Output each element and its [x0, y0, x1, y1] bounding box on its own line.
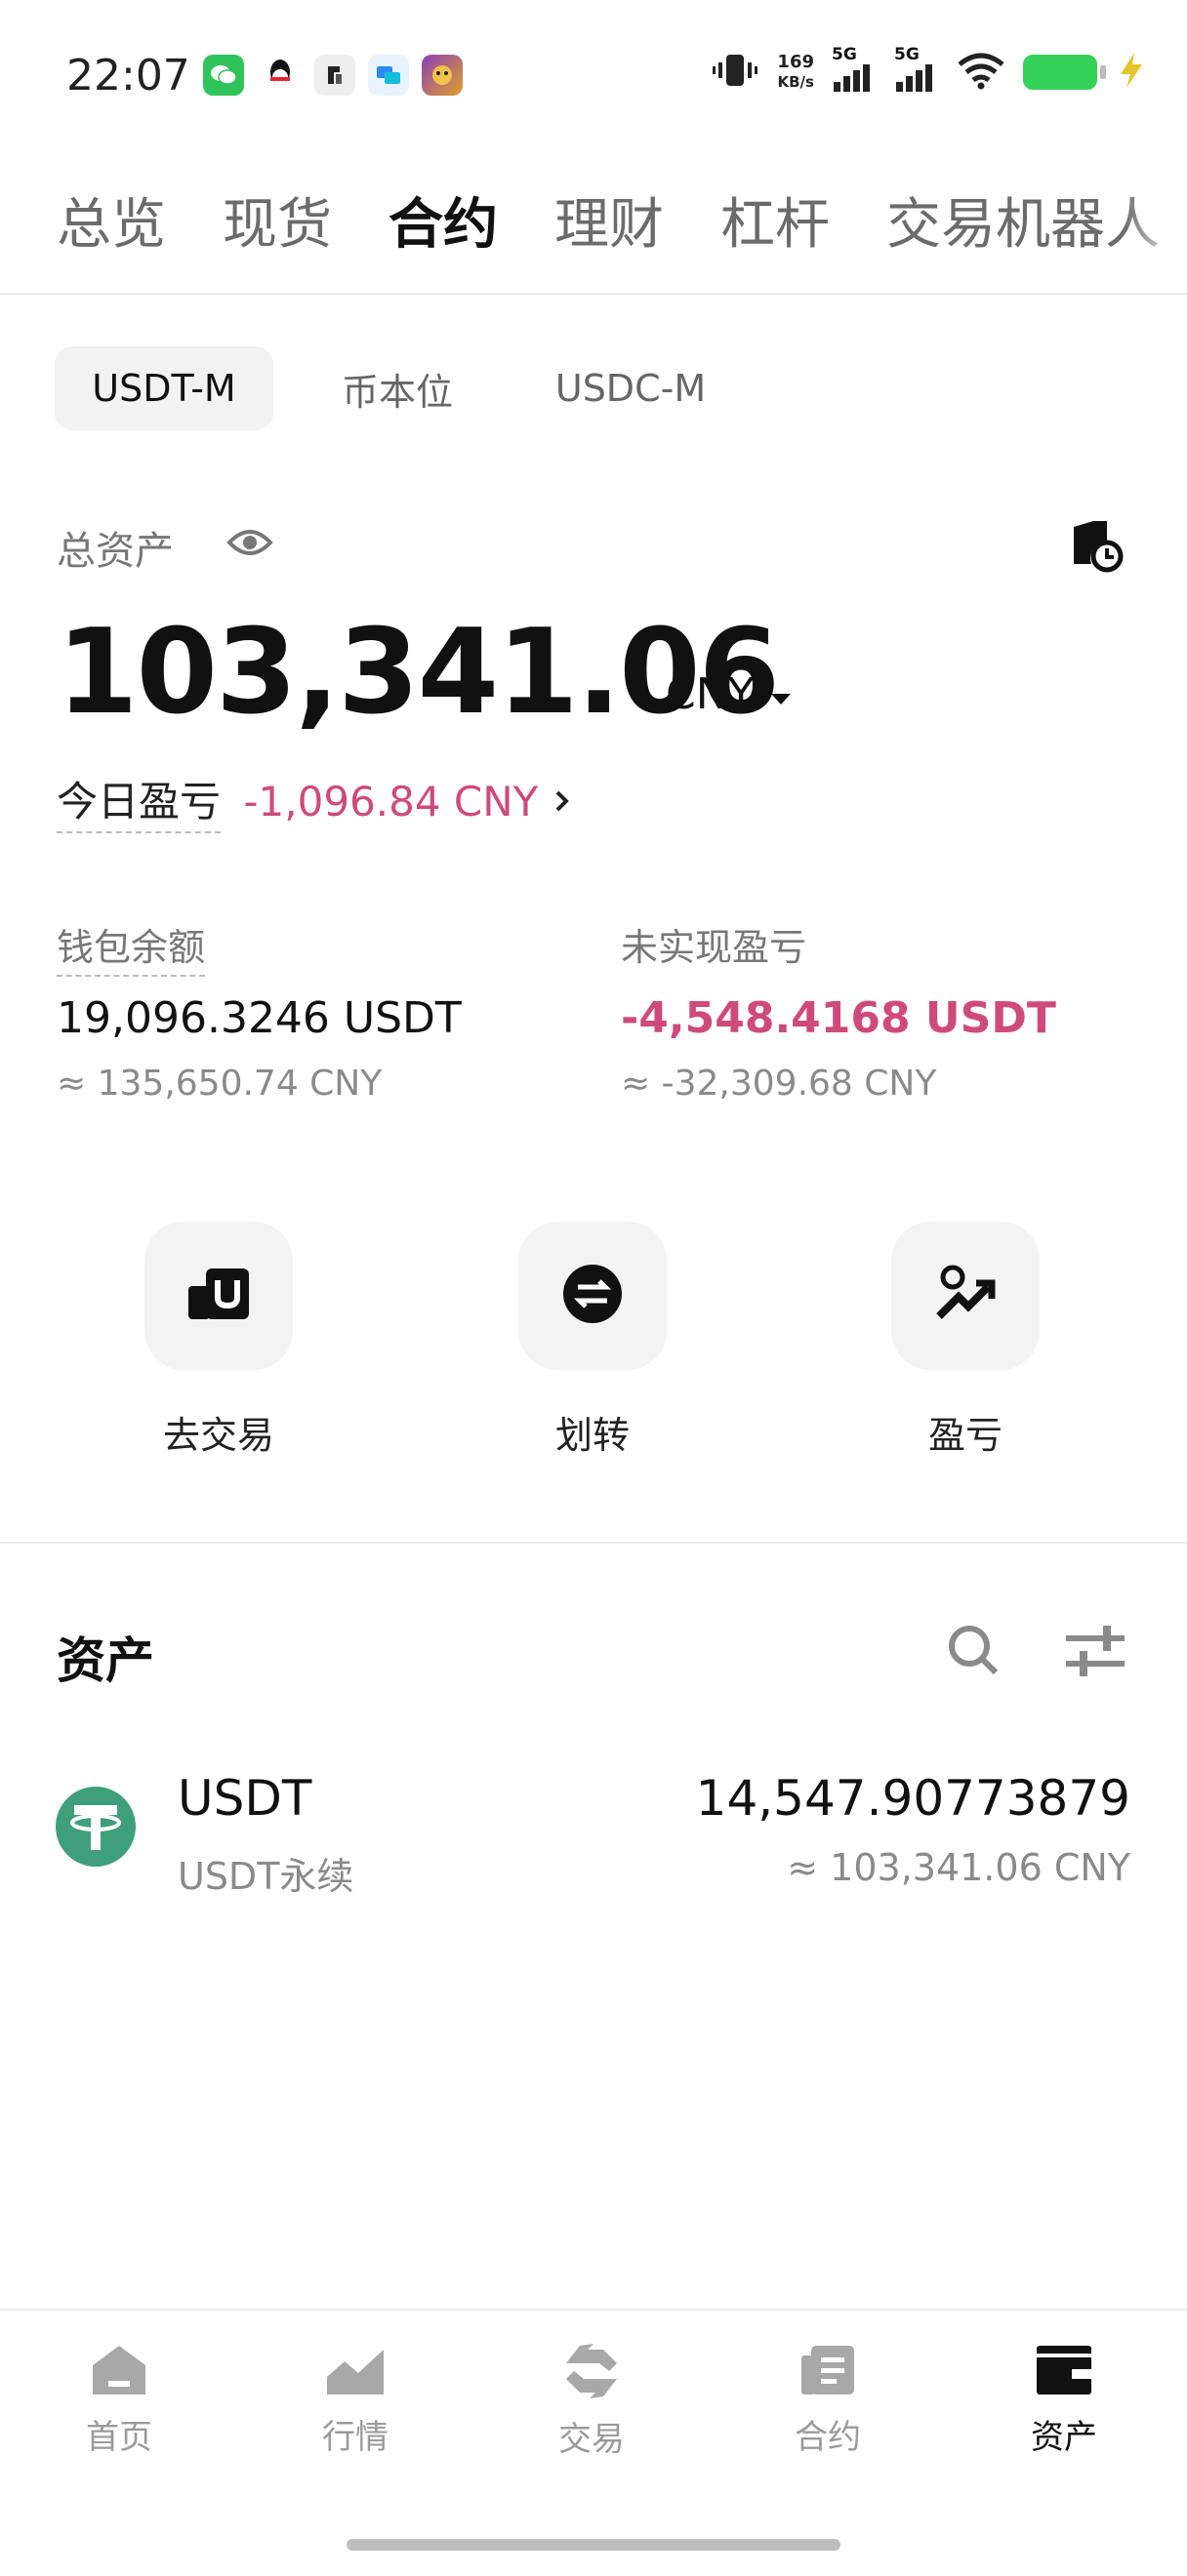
status-right: 169 KB/s 5G 5G: [711, 45, 1148, 94]
futures-icon: [798, 2346, 858, 2402]
wechat-icon: [203, 55, 244, 96]
history-icon[interactable]: [1068, 517, 1126, 580]
today-pnl-label: 今日盈亏: [57, 778, 222, 833]
home-indicator: [347, 2539, 840, 2551]
unrealized-pnl-label: 未实现盈亏: [621, 926, 807, 969]
bottom-nav-divider: [0, 2309, 1187, 2311]
transfer-icon: [560, 1262, 625, 1330]
tab-trading-bot[interactable]: 交易机器人: [886, 181, 1160, 260]
go-trade-button[interactable]: [144, 1222, 293, 1370]
battery-icon: [1023, 55, 1106, 90]
unrealized-pnl-cny: ≈ -32,309.68 CNY: [621, 1064, 937, 1104]
go-trade-label: 去交易: [162, 1414, 274, 1457]
net-speed: 169 KB/s: [777, 52, 814, 92]
top-tabs: 总览 现货 合约 理财 杠杆 交易机器人: [57, 181, 1187, 260]
segment-coin-m[interactable]: 币本位: [293, 346, 502, 430]
chevron-right-icon: [552, 778, 575, 825]
total-assets-label: 总资产: [57, 529, 174, 574]
assets-title: 资产: [57, 1632, 154, 1689]
search-icon[interactable]: [945, 1622, 1002, 1682]
tab-earn[interactable]: 理财: [554, 181, 664, 260]
charging-icon: [1115, 51, 1148, 94]
wallet-icon: [1033, 2346, 1095, 2402]
signal-icon-2: 5G: [894, 45, 939, 94]
qq-icon: [260, 55, 301, 96]
tab-margin[interactable]: 杠杆: [720, 181, 830, 260]
currency-selector[interactable]: CNY: [666, 669, 794, 719]
tab-overview[interactable]: 总览: [57, 181, 166, 260]
chat-icon: [368, 55, 409, 96]
status-time: 22:07: [66, 51, 190, 101]
nav-home[interactable]: 首页: [21, 2342, 217, 2458]
nav-futures[interactable]: 合约: [730, 2342, 925, 2458]
vibrate-icon: [711, 51, 759, 94]
transfer-button[interactable]: [518, 1222, 667, 1370]
app-icon: [314, 55, 355, 96]
wallet-balance-value: 19,096.3246 USDT: [57, 993, 462, 1043]
pnl-label: 盈亏: [927, 1414, 1003, 1457]
trade-nav-icon: [560, 2344, 623, 2404]
nav-market[interactable]: 行情: [258, 2342, 453, 2458]
game-icon: [422, 55, 463, 96]
wallet-balance-cny: ≈ 135,650.74 CNY: [57, 1064, 383, 1104]
wallet-balance-label: 钱包余额: [57, 917, 206, 977]
asset-row-usdt[interactable]: USDT USDT永续 14,547.90773879 ≈ 103,341.06…: [0, 1756, 1187, 1903]
transfer-label: 划转: [554, 1414, 630, 1457]
usdt-icon: [55, 1786, 137, 1872]
tabs-fade: [1123, 166, 1187, 263]
top-divider: [0, 293, 1187, 295]
segment-usdt-m[interactable]: USDT-M: [55, 346, 273, 430]
tab-futures[interactable]: 合约: [389, 181, 498, 260]
wifi-icon: [957, 51, 1005, 94]
tab-spot[interactable]: 现货: [223, 181, 332, 260]
asset-symbol: USDT: [178, 1770, 312, 1827]
pnl-button[interactable]: [891, 1222, 1040, 1370]
market-icon: [323, 2342, 388, 2402]
filter-icon[interactable]: [1064, 1624, 1126, 1682]
asset-subtitle: USDT永续: [178, 1855, 354, 1898]
asset-amount: 14,547.90773879: [695, 1770, 1130, 1827]
eye-icon[interactable]: [226, 525, 273, 564]
asset-cny: ≈ 103,341.06 CNY: [787, 1846, 1130, 1889]
segment-usdc-m[interactable]: USDC-M: [521, 346, 740, 430]
section-divider: [0, 1542, 1187, 1544]
today-pnl-value: -1,096.84 CNY: [243, 778, 539, 825]
unrealized-pnl-value: -4,548.4168 USDT: [621, 993, 1056, 1043]
home-icon: [89, 2346, 149, 2402]
nav-trade[interactable]: 交易: [494, 2342, 689, 2460]
today-pnl-row[interactable]: 今日盈亏 -1,096.84 CNY: [57, 769, 575, 833]
caret-down-icon: [768, 669, 794, 719]
signal-icon-1: 5G: [832, 45, 877, 94]
nav-assets[interactable]: 资产: [966, 2342, 1162, 2458]
trade-icon: [184, 1265, 253, 1327]
pnl-icon: [933, 1264, 998, 1328]
